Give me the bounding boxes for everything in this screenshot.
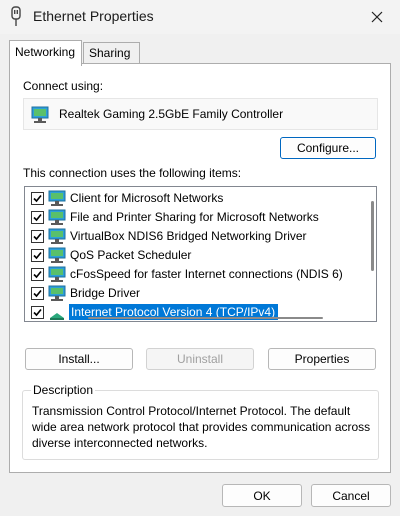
- list-item[interactable]: VirtualBox NDIS6 Bridged Networking Driv…: [25, 227, 355, 246]
- horizontal-scrollbar[interactable]: [88, 317, 323, 319]
- networking-panel: Connect using: Realtek Gaming 2.5GbE Fam…: [9, 63, 391, 473]
- item-label: File and Printer Sharing for Microsoft N…: [70, 210, 319, 224]
- description-text: Transmission Control Protocol/Internet P…: [32, 404, 371, 450]
- network-service-icon: [48, 209, 66, 225]
- network-service-icon: [48, 266, 66, 282]
- item-label: cFosSpeed for faster Internet connection…: [70, 267, 343, 281]
- adapter-box: Realtek Gaming 2.5GbE Family Controller: [23, 98, 378, 130]
- close-icon: [371, 11, 383, 23]
- item-checkbox[interactable]: [31, 249, 44, 262]
- checkmark-icon: [33, 270, 42, 279]
- network-protocol-icon: [50, 313, 64, 320]
- item-label: VirtualBox NDIS6 Bridged Networking Driv…: [70, 229, 307, 243]
- tab-networking[interactable]: Networking: [9, 40, 82, 66]
- item-label: Client for Microsoft Networks: [70, 191, 224, 205]
- checkmark-icon: [33, 232, 42, 241]
- cancel-button[interactable]: Cancel: [311, 484, 391, 507]
- configure-button[interactable]: Configure...: [280, 137, 376, 159]
- list-item[interactable]: File and Printer Sharing for Microsoft N…: [25, 208, 355, 227]
- list-item[interactable]: Client for Microsoft Networks: [25, 189, 355, 208]
- vertical-scrollbar[interactable]: [371, 201, 374, 271]
- description-group: Description Transmission Control Protoco…: [22, 383, 379, 460]
- network-service-icon: [48, 285, 66, 301]
- list-item[interactable]: cFosSpeed for faster Internet connection…: [25, 265, 355, 284]
- close-button[interactable]: [354, 0, 400, 34]
- description-title: Description: [31, 383, 96, 397]
- network-adapter-icon: [11, 6, 21, 26]
- network-service-icon: [48, 228, 66, 244]
- item-checkbox[interactable]: [31, 192, 44, 205]
- checkmark-icon: [33, 289, 42, 298]
- network-service-icon: [48, 247, 66, 263]
- item-label: QoS Packet Scheduler: [70, 248, 192, 262]
- uninstall-button[interactable]: Uninstall: [146, 348, 254, 370]
- checkmark-icon: [33, 251, 42, 260]
- item-checkbox[interactable]: [31, 268, 44, 281]
- items-label: This connection uses the following items…: [23, 166, 242, 180]
- adapter-name: Realtek Gaming 2.5GbE Family Controller: [59, 107, 284, 121]
- checkmark-icon: [33, 194, 42, 203]
- install-button[interactable]: Install...: [25, 348, 133, 370]
- list-item-selected[interactable]: Internet Protocol Version 4 (TCP/IPv4): [25, 303, 355, 321]
- window-title: Ethernet Properties: [33, 8, 154, 24]
- tab-sharing[interactable]: Sharing: [83, 42, 140, 64]
- item-checkbox[interactable]: [31, 306, 44, 319]
- network-adapter-icon: [31, 106, 49, 123]
- checkmark-icon: [33, 213, 42, 222]
- ok-button[interactable]: OK: [222, 484, 302, 507]
- item-checkbox[interactable]: [31, 287, 44, 300]
- items-list[interactable]: Client for Microsoft Networks File and P…: [24, 186, 377, 322]
- item-checkbox[interactable]: [31, 211, 44, 224]
- checkmark-icon: [33, 308, 42, 317]
- list-item[interactable]: QoS Packet Scheduler: [25, 246, 355, 265]
- item-label: Bridge Driver: [70, 286, 141, 300]
- item-checkbox[interactable]: [31, 230, 44, 243]
- connect-using-label: Connect using:: [23, 79, 104, 93]
- properties-button[interactable]: Properties: [268, 348, 376, 370]
- list-item[interactable]: Bridge Driver: [25, 284, 355, 303]
- title-bar: Ethernet Properties: [0, 0, 400, 34]
- network-client-icon: [48, 190, 66, 206]
